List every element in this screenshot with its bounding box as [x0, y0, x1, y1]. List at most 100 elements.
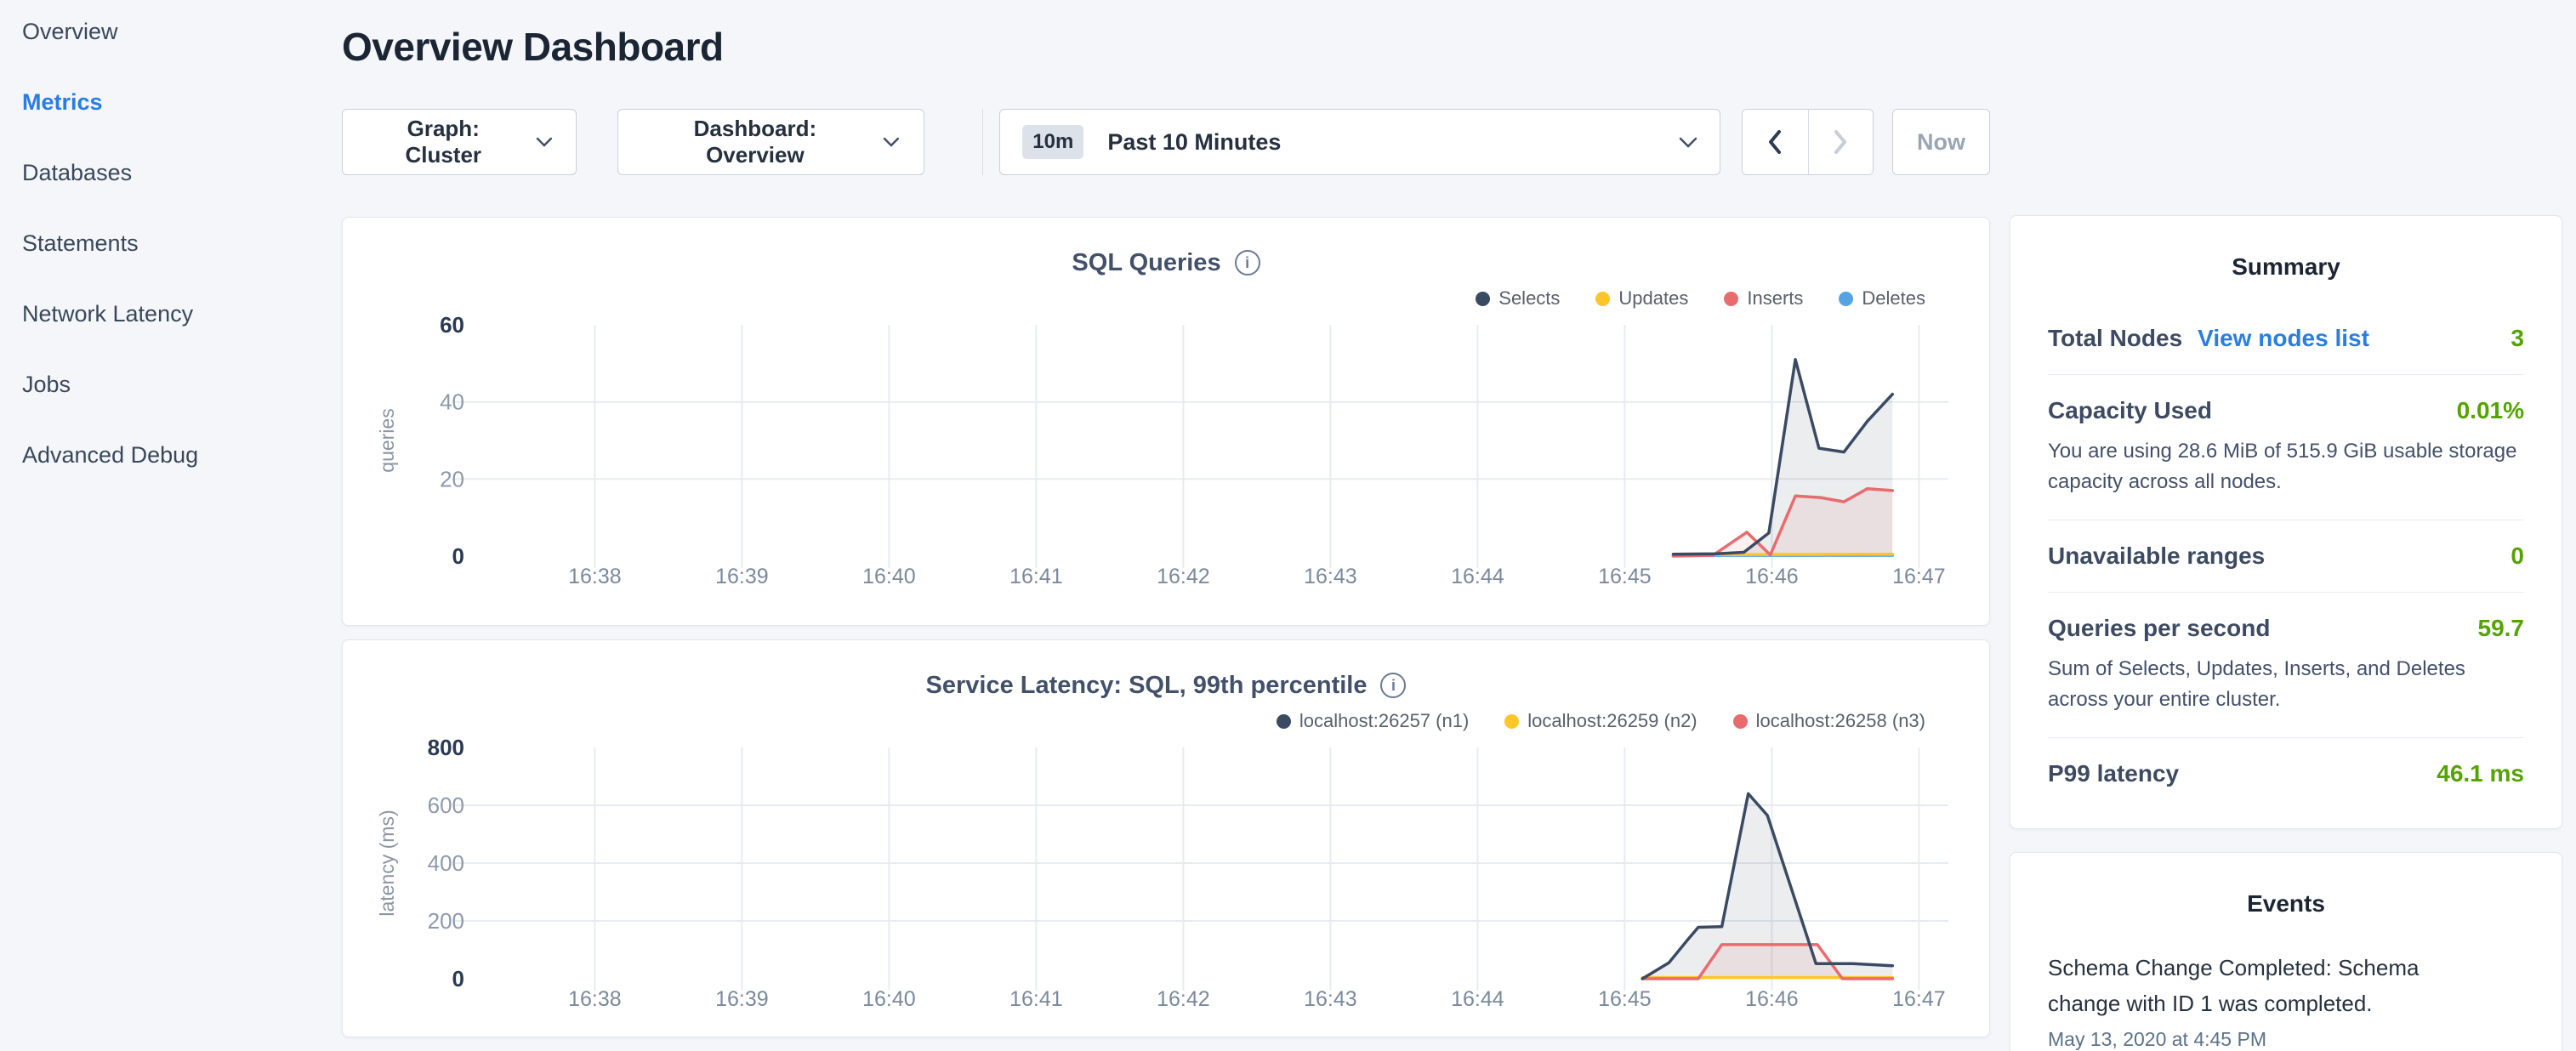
- svg-text:800: 800: [428, 739, 464, 760]
- time-nav-group: [1742, 109, 1874, 175]
- sidebar-item-statements[interactable]: Statements: [22, 230, 342, 257]
- service-latency-chart[interactable]: 020040060080016:3816:3916:4016:4116:4216…: [343, 739, 1989, 1024]
- now-button[interactable]: Now: [1892, 109, 1990, 175]
- svg-text:0: 0: [452, 543, 464, 569]
- summary-value: 3: [2511, 325, 2524, 352]
- info-icon[interactable]: i: [1380, 673, 1406, 698]
- svg-text:16:46: 16:46: [1745, 987, 1799, 1011]
- svg-text:0: 0: [452, 966, 464, 991]
- legend-label: localhost:26258 (n3): [1756, 710, 1925, 732]
- summary-value: 0.01%: [2457, 397, 2524, 424]
- summary-label: Capacity Used: [2048, 397, 2212, 424]
- summary-value: 46.1 ms: [2437, 760, 2524, 787]
- svg-text:600: 600: [428, 793, 464, 818]
- dashboard-dropdown[interactable]: Dashboard: Overview: [617, 109, 924, 175]
- chevron-left-icon: [1768, 130, 1782, 154]
- svg-text:16:42: 16:42: [1157, 565, 1210, 588]
- summary-row-p99-latency: P99 latency 46.1 ms: [2048, 760, 2524, 787]
- svg-text:200: 200: [428, 908, 464, 934]
- svg-text:latency (ms): latency (ms): [376, 810, 398, 916]
- events-title: Events: [2048, 890, 2524, 917]
- svg-text:16:41: 16:41: [1009, 987, 1063, 1011]
- legend-label: Deletes: [1862, 287, 1925, 310]
- summary-row-queries-per-second: Queries per second 59.7: [2048, 615, 2524, 642]
- svg-text:16:39: 16:39: [715, 565, 769, 588]
- chart-legend: SelectsUpdatesInsertsDeletes: [343, 287, 1925, 310]
- svg-text:16:46: 16:46: [1745, 565, 1799, 588]
- chevron-down-icon: [536, 137, 553, 147]
- graph-dropdown[interactable]: Graph: Cluster: [342, 109, 577, 175]
- summary-label: Queries per second: [2048, 615, 2270, 642]
- sidebar-item-overview[interactable]: Overview: [22, 19, 342, 45]
- svg-text:16:47: 16:47: [1892, 565, 1946, 588]
- event-list-item[interactable]: Schema Change Completed: Schema change w…: [2048, 950, 2524, 1051]
- svg-text:16:40: 16:40: [862, 565, 916, 588]
- legend-dot-icon: [1476, 292, 1490, 306]
- page: Overview Metrics Databases Statements Ne…: [0, 0, 2576, 1051]
- legend-dot-icon: [1504, 714, 1519, 729]
- event-timestamp: May 13, 2020 at 4:45 PM: [2048, 1028, 2524, 1051]
- dashboard-dropdown-label: Dashboard: Overview: [642, 116, 867, 168]
- svg-text:queries: queries: [376, 408, 398, 472]
- controls-bar: Graph: Cluster Dashboard: Overview 10m P…: [342, 109, 1990, 175]
- main-content: Overview Dashboard Graph: Cluster Dashbo…: [342, 0, 1990, 1051]
- legend-dot-icon: [1733, 714, 1748, 729]
- info-icon[interactable]: i: [1235, 250, 1260, 276]
- time-range-dropdown[interactable]: 10m Past 10 Minutes: [999, 109, 1720, 175]
- sidebar-item-network-latency[interactable]: Network Latency: [22, 301, 342, 327]
- divider: [2048, 592, 2524, 593]
- chart-svg[interactable]: 020406016:3816:3916:4016:4116:4216:4316:…: [343, 316, 1991, 597]
- graph-dropdown-label: Graph: Cluster: [367, 116, 520, 168]
- legend-item: localhost:26257 (n1): [1277, 710, 1469, 732]
- legend-label: localhost:26259 (n2): [1527, 710, 1697, 732]
- legend-label: Updates: [1618, 287, 1688, 310]
- legend-label: Inserts: [1747, 287, 1803, 310]
- event-text: Schema Change Completed: Schema change w…: [2048, 950, 2465, 1021]
- svg-text:16:38: 16:38: [568, 565, 622, 588]
- legend-item: Updates: [1595, 287, 1688, 310]
- chart-title-row: Service Latency: SQL, 99th percentile i: [343, 671, 1989, 700]
- summary-value: 59.7: [2478, 615, 2525, 642]
- events-panel: Events Schema Change Completed: Schema c…: [2010, 852, 2562, 1051]
- summary-description: You are using 28.6 MiB of 515.9 GiB usab…: [2048, 436, 2524, 497]
- svg-text:16:38: 16:38: [568, 987, 622, 1011]
- chevron-down-icon: [1679, 137, 1697, 148]
- controls-divider: [982, 109, 983, 175]
- time-next-button[interactable]: [1808, 110, 1873, 174]
- legend-label: localhost:26257 (n1): [1299, 710, 1469, 732]
- svg-text:16:39: 16:39: [715, 987, 769, 1011]
- view-nodes-list-link[interactable]: View nodes list: [2198, 325, 2369, 352]
- legend-item: localhost:26258 (n3): [1733, 710, 1925, 732]
- svg-text:16:40: 16:40: [862, 987, 916, 1011]
- chart-title-row: SQL Queries i: [343, 248, 1989, 277]
- summary-label: Total Nodes: [2048, 325, 2182, 352]
- time-range-badge: 10m: [1022, 125, 1083, 159]
- chevron-right-icon: [1834, 130, 1847, 154]
- sql-queries-chart-card: SQL Queries i SelectsUpdatesInsertsDelet…: [342, 217, 1990, 626]
- sidebar-item-databases[interactable]: Databases: [22, 160, 342, 186]
- svg-text:60: 60: [440, 316, 464, 338]
- summary-title: Summary: [2048, 253, 2524, 281]
- svg-text:16:42: 16:42: [1157, 987, 1210, 1011]
- chart-svg[interactable]: 020040060080016:3816:3916:4016:4116:4216…: [343, 739, 1991, 1020]
- svg-text:16:45: 16:45: [1598, 565, 1652, 588]
- summary-panel: Summary Total Nodes View nodes list 3 Ca…: [2010, 215, 2562, 829]
- chevron-down-icon: [883, 137, 900, 147]
- svg-text:16:45: 16:45: [1598, 987, 1652, 1011]
- sql-queries-chart[interactable]: 020406016:3816:3916:4016:4116:4216:4316:…: [343, 316, 1989, 601]
- sidebar-item-advanced-debug[interactable]: Advanced Debug: [22, 442, 342, 469]
- time-prev-button[interactable]: [1743, 110, 1807, 174]
- summary-label: P99 latency: [2048, 760, 2179, 787]
- sidebar-item-metrics[interactable]: Metrics: [22, 89, 342, 116]
- legend-dot-icon: [1724, 292, 1738, 306]
- summary-description: Sum of Selects, Updates, Inserts, and De…: [2048, 654, 2524, 715]
- legend-dot-icon: [1595, 292, 1610, 306]
- right-column: Summary Total Nodes View nodes list 3 Ca…: [2010, 0, 2562, 1051]
- legend-item: Inserts: [1724, 287, 1803, 310]
- sidebar-item-jobs[interactable]: Jobs: [22, 372, 342, 398]
- svg-text:16:44: 16:44: [1451, 987, 1504, 1011]
- sidebar: Overview Metrics Databases Statements Ne…: [0, 0, 342, 1051]
- legend-dot-icon: [1277, 714, 1291, 729]
- chart-title: Service Latency: SQL, 99th percentile: [926, 672, 1368, 700]
- svg-text:16:41: 16:41: [1009, 565, 1063, 588]
